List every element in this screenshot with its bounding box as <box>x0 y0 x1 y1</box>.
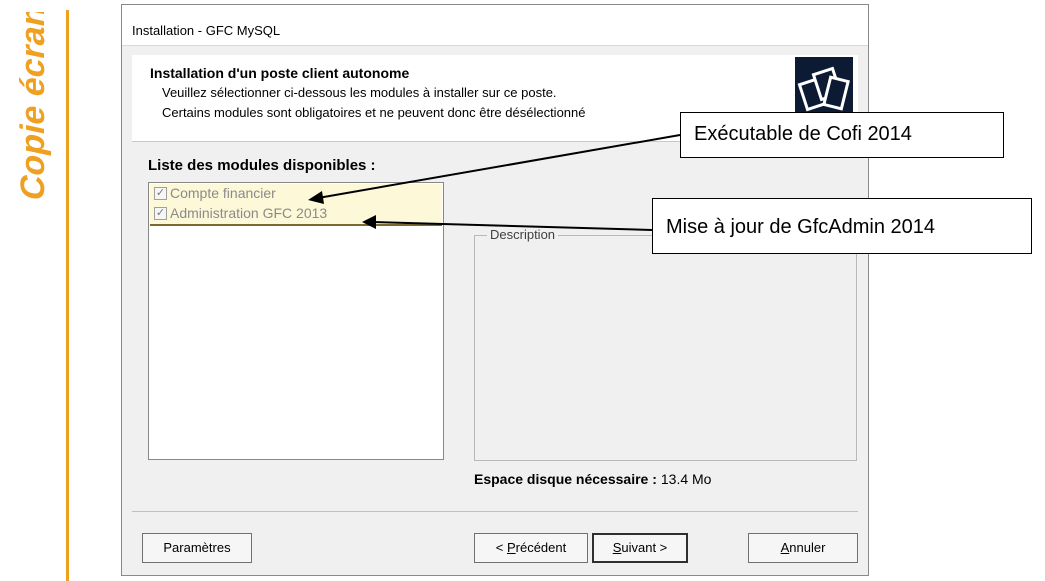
footer-separator <box>132 511 858 512</box>
previous-button-mnemonic: P <box>506 540 516 555</box>
callout-gfcadmin-text: Mise à jour de GfcAdmin 2014 <box>666 216 936 238</box>
previous-button[interactable]: < Précédent <box>474 533 588 563</box>
modules-list[interactable]: ✓ Compte financier ✓ Administration GFC … <box>148 182 444 460</box>
disk-space-label: Espace disque nécessaire : <box>474 471 657 487</box>
cancel-button[interactable]: Annuler <box>748 533 858 563</box>
next-button[interactable]: Suivant > <box>592 533 688 563</box>
module-label-compte-financier: Compte financier <box>170 185 276 201</box>
installer-dialog: Installation - GFC MySQL Installation d'… <box>121 4 869 576</box>
next-button-label: uivant > <box>621 540 668 555</box>
module-item-administration-gfc[interactable]: ✓ Administration GFC 2013 <box>150 204 442 226</box>
callout-gfcadmin: Mise à jour de GfcAdmin 2014 <box>652 198 1032 254</box>
module-item-compte-financier[interactable]: ✓ Compte financier <box>150 184 442 204</box>
modules-list-title: Liste des modules disponibles : <box>148 157 376 174</box>
module-label-administration-gfc: Administration GFC 2013 <box>170 205 328 221</box>
side-label-text: Copie écran <box>14 12 52 204</box>
cancel-button-label: nnuler <box>789 540 826 555</box>
previous-button-prefix: < <box>495 540 507 555</box>
installer-logo-icon <box>795 57 853 117</box>
header-instruction-2: Certains modules sont obligatoires et ne… <box>162 105 586 120</box>
module-checkbox-compte-financier[interactable]: ✓ <box>154 187 167 200</box>
disk-space-value: 13.4 Mo <box>660 471 712 487</box>
previous-button-label: récédent <box>515 540 567 555</box>
header-title: Installation d'un poste client autonome <box>150 65 410 81</box>
callout-cofi-text: Exécutable de Cofi 2014 <box>694 123 912 145</box>
module-checkbox-administration-gfc[interactable]: ✓ <box>154 207 167 220</box>
description-group: Description <box>474 227 857 461</box>
description-label: Description <box>487 227 559 242</box>
cancel-button-mnemonic: A <box>780 540 790 555</box>
orange-divider <box>66 10 69 581</box>
side-label-copie-ecran: Copie écran <box>14 12 52 204</box>
disk-space-line: Espace disque nécessaire :13.4 Mo <box>474 471 711 487</box>
parameters-button-label: Paramètres <box>163 540 231 555</box>
title-bar: Installation - GFC MySQL <box>122 5 868 46</box>
parameters-button[interactable]: Paramètres <box>142 533 252 563</box>
header-instruction-1: Veuillez sélectionner ci-dessous les mod… <box>162 85 557 100</box>
callout-cofi: Exécutable de Cofi 2014 <box>680 112 1004 158</box>
window-title: Installation - GFC MySQL <box>132 23 281 38</box>
